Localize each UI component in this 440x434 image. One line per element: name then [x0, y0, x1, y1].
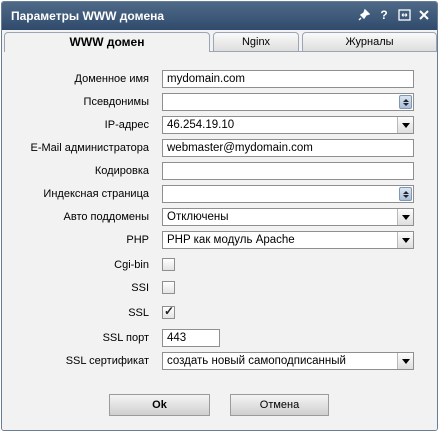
chevron-down-icon[interactable]: [397, 209, 413, 225]
ok-button[interactable]: Ok: [109, 394, 210, 416]
php-value: PHP как модуль Apache: [167, 234, 295, 246]
ip-address-label: IP-адрес: [104, 119, 149, 131]
chevron-down-icon[interactable]: [397, 117, 413, 133]
php-select[interactable]: PHP как модуль Apache: [162, 231, 414, 249]
index-page-label: Индексная страница: [43, 188, 149, 200]
auto-subdomains-label: Авто поддомены: [63, 211, 149, 223]
chevron-down-icon[interactable]: [397, 232, 413, 248]
row-aliases: Псевдонимы: [2, 93, 437, 113]
domain-name-label: Доменное имя: [74, 73, 149, 85]
form-panel: Доменное имя Псевдонимы IP-адрес 46.254.…: [2, 52, 437, 430]
cgi-bin-checkbox[interactable]: [162, 258, 175, 271]
ssl-port-label: SSL порт: [102, 332, 149, 344]
domain-name-input[interactable]: [162, 70, 414, 88]
php-label: PHP: [126, 234, 149, 246]
title-bar-controls: ?: [357, 8, 431, 22]
ssl-checkbox[interactable]: ✓: [162, 304, 175, 319]
tab-bar: WWW домен Nginx Журналы: [2, 30, 437, 53]
ssl-certificate-label: SSL сертификат: [65, 355, 149, 367]
tab-logs[interactable]: Журналы: [302, 32, 437, 52]
ip-address-select[interactable]: 46.254.19.10: [162, 116, 414, 134]
aliases-field[interactable]: [162, 93, 414, 111]
row-auto-subdomains: Авто поддомены Отключены: [2, 208, 437, 228]
row-ssi: SSI: [2, 279, 437, 299]
index-page-field[interactable]: [162, 185, 414, 203]
row-ip-address: IP-адрес 46.254.19.10: [2, 116, 437, 136]
row-ssl-port: SSL порт: [2, 329, 437, 349]
ssi-label: SSI: [131, 282, 149, 294]
aliases-expand-icon[interactable]: [399, 95, 412, 109]
ssl-certificate-value: создать новый самоподписанный: [167, 355, 346, 367]
aliases-label: Псевдонимы: [83, 96, 149, 108]
encoding-input[interactable]: [162, 162, 414, 180]
admin-email-label: E-Mail администратора: [30, 142, 150, 154]
row-ssl: SSL ✓: [2, 304, 437, 324]
chevron-down-icon[interactable]: [397, 353, 413, 369]
auto-subdomains-value: Отключены: [167, 211, 229, 223]
encoding-label: Кодировка: [94, 165, 149, 177]
tab-www-domain[interactable]: WWW домен: [4, 32, 210, 53]
row-encoding: Кодировка: [2, 162, 437, 182]
dialog-title: Параметры WWW домена: [11, 9, 165, 23]
row-index-page: Индексная страница: [2, 185, 437, 205]
admin-email-input[interactable]: [162, 139, 414, 157]
row-php: PHP PHP как модуль Apache: [2, 231, 437, 251]
tab-nginx[interactable]: Nginx: [213, 32, 299, 52]
ssi-checkbox[interactable]: [162, 281, 175, 294]
row-admin-email: E-Mail администратора: [2, 139, 437, 159]
title-bar[interactable]: Параметры WWW домена ?: [2, 2, 437, 30]
close-icon[interactable]: [417, 8, 431, 22]
cgi-bin-label: Cgi-bin: [114, 259, 149, 271]
ssl-label: SSL: [128, 307, 149, 319]
restore-icon[interactable]: [397, 8, 411, 22]
row-domain-name: Доменное имя: [2, 70, 437, 90]
checkmark-icon: ✓: [164, 304, 175, 318]
cancel-button[interactable]: Отмена: [230, 394, 329, 416]
row-cgi-bin: Cgi-bin: [2, 256, 437, 276]
ssl-port-input[interactable]: [162, 329, 220, 347]
row-ssl-certificate: SSL сертификат создать новый самоподписа…: [2, 352, 437, 372]
ssl-certificate-select[interactable]: создать новый самоподписанный: [162, 352, 414, 370]
ip-address-value: 46.254.19.10: [167, 119, 235, 131]
help-icon[interactable]: ?: [377, 8, 391, 22]
auto-subdomains-select[interactable]: Отключены: [162, 208, 414, 226]
pin-icon[interactable]: [357, 8, 371, 22]
dialog-window: Параметры WWW домена ? WWW домен Nginx Ж…: [1, 1, 438, 431]
index-page-expand-icon[interactable]: [399, 187, 412, 201]
